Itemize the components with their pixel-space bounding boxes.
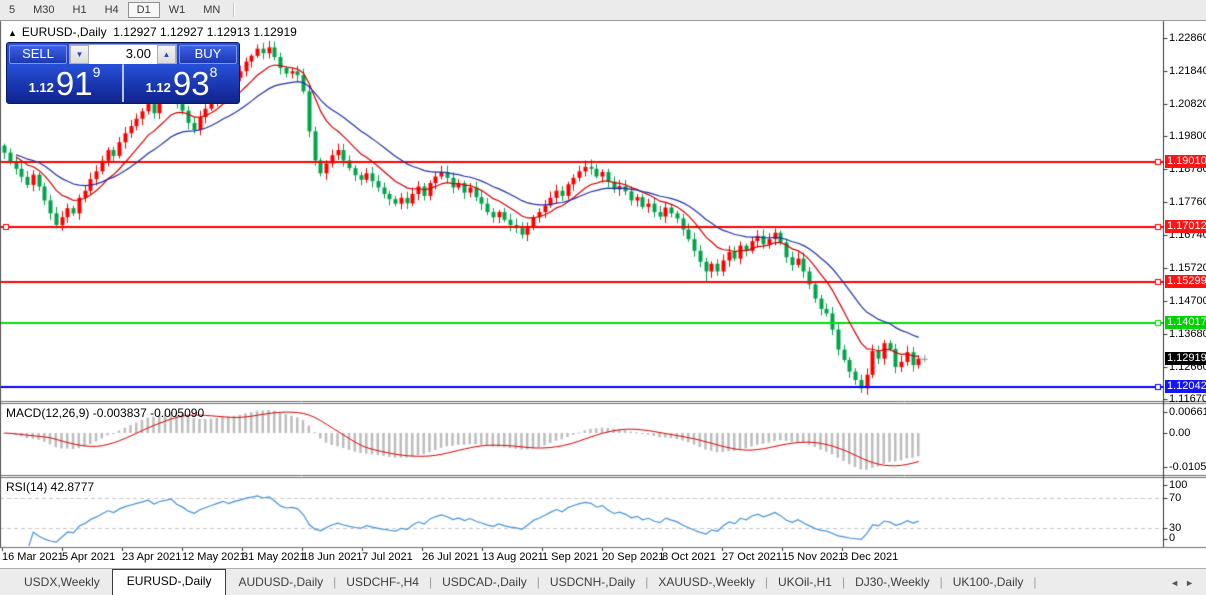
date-axis-label: 13 Aug 2021 — [482, 551, 544, 563]
date-axis-label: 5 Apr 2021 — [62, 551, 116, 563]
date-axis-label: 7 Jul 2021 — [362, 551, 413, 563]
timeframe-toolbar: 5 M30 H1 H4 D1 W1 MN — [0, 0, 1206, 21]
sell-price-prefix: 1.12 — [28, 80, 54, 95]
toolbar-separator — [233, 3, 236, 17]
rsi-indicator-label: RSI(14) 42.8777 — [6, 480, 95, 494]
rsi-axis-tick: 0 — [1169, 532, 1176, 544]
sell-price-display[interactable]: 1.12 91 9 — [7, 64, 122, 102]
mt4-window: 5 M30 H1 H4 D1 W1 MN ▲ EURUSD-,Daily 1.12927 1.… — [0, 0, 1206, 595]
panel-divider — [122, 65, 124, 102]
timeframe-button-5[interactable]: 5 — [0, 2, 24, 18]
tab-dj30-weekly[interactable]: DJ30-,Weekly — [845, 571, 939, 595]
macd-indicator-label: MACD(12,26,9) -0.003837 -0.005090 — [6, 406, 205, 420]
buy-price-display[interactable]: 1.12 93 8 — [124, 64, 239, 102]
buy-price-sup: 8 — [209, 64, 218, 80]
macd-axis-tick: -0.010599 — [1169, 461, 1206, 473]
date-axis-label: 15 Nov 2021 — [782, 551, 845, 563]
price-axis-tick: 1.17760 — [1169, 196, 1206, 208]
tab-usdcnh-daily[interactable]: USDCNH-,Daily — [540, 571, 645, 595]
hline-price-badge: 1.17012 — [1165, 220, 1206, 233]
date-axis-label: 18 Jun 2021 — [302, 551, 363, 563]
tab-usdcad-daily[interactable]: USDCAD-,Daily — [432, 571, 537, 595]
price-axis-tick: 1.14700 — [1169, 295, 1206, 307]
symbol-label: EURUSD-,Daily — [21, 25, 107, 39]
tab-usdx-weekly[interactable]: USDX,Weekly — [14, 571, 110, 595]
hline-price-badge: 1.19010 — [1165, 155, 1206, 168]
chart-tabs-bar: ◄► USDX,Weekly EURUSD-,Daily AUDUSD-,Daily… — [0, 568, 1206, 595]
timeframe-button-mn[interactable]: MN — [194, 2, 229, 18]
tab-eurusd-daily[interactable]: EURUSD-,Daily — [111, 569, 227, 595]
timeframe-button-h1[interactable]: H1 — [64, 2, 96, 18]
price-axis-tick: 1.22860 — [1169, 32, 1206, 44]
timeframe-button-m30[interactable]: M30 — [24, 2, 63, 18]
buy-price-prefix: 1.12 — [145, 80, 171, 95]
timeframe-button-w1[interactable]: W1 — [160, 2, 195, 18]
date-axis-label: 1 Sep 2021 — [542, 551, 599, 563]
hline-price-badge: 1.14017 — [1165, 316, 1206, 329]
date-axis-label: 8 Oct 2021 — [662, 551, 716, 563]
rsi-axis-tick: 70 — [1169, 492, 1182, 504]
buy-button[interactable]: BUY — [179, 45, 237, 64]
macd-axis-tick: 0.00 — [1169, 427, 1191, 439]
volume-increase-button[interactable]: ▲ — [157, 45, 176, 64]
one-click-trading-panel: SELL ▼ 3.00 ▲ BUY 1.12 91 9 1.12 93 8 — [6, 42, 240, 104]
timeframe-button-d1[interactable]: D1 — [127, 2, 160, 18]
price-axis-tick: 1.20820 — [1169, 98, 1206, 110]
date-axis-label: 20 Sep 2021 — [602, 551, 665, 563]
price-axis-tick: 1.15720 — [1169, 262, 1206, 274]
current-price-badge: 1.12919 — [1165, 352, 1206, 365]
price-axis-tick: 1.13680 — [1169, 328, 1206, 340]
date-axis-label: 31 May 2021 — [242, 551, 306, 563]
date-axis-label: 27 Oct 2021 — [722, 551, 782, 563]
sell-button[interactable]: SELL — [9, 45, 67, 64]
date-axis-label: 26 Jul 2021 — [422, 551, 479, 563]
hline-price-badge: 1.12042 — [1165, 380, 1206, 393]
tab-audusd-daily[interactable]: AUDUSD-,Daily — [228, 571, 333, 595]
date-axis-label: 12 May 2021 — [182, 551, 246, 563]
volume-decrease-button[interactable]: ▼ — [70, 45, 89, 64]
volume-spinner: ▼ 3.00 ▲ — [69, 44, 177, 65]
price-axis-tick: 1.19800 — [1169, 130, 1206, 142]
hline-price-badge: 1.15299 — [1165, 275, 1206, 288]
sell-price-big: 91 — [55, 65, 93, 102]
date-axis-label: 23 Apr 2021 — [122, 551, 182, 563]
buy-price-big: 93 — [172, 65, 210, 102]
rsi-axis-tick: 100 — [1169, 479, 1188, 491]
chart-title: ▲ EURUSD-,Daily 1.12927 1.12927 1.12913 1… — [8, 25, 297, 39]
tab-scroll-arrows: ◄► — [1170, 578, 1200, 588]
date-axis-label: 16 Mar 2021 — [2, 551, 64, 563]
tab-uk100-daily[interactable]: UK100-,Daily — [943, 571, 1034, 595]
tab-ukoil-h1[interactable]: UKOil-,H1 — [768, 571, 842, 595]
tab-separator: | — [1033, 575, 1037, 589]
collapse-panel-icon[interactable]: ▲ — [8, 28, 17, 38]
ohlc-values: 1.12927 1.12927 1.12913 1.12919 — [113, 25, 297, 39]
tab-usdchf-h4[interactable]: USDCHF-,H4 — [336, 571, 429, 595]
tab-scroll-right-button[interactable]: ► — [1185, 578, 1200, 588]
tab-xauusd-weekly[interactable]: XAUUSD-,Weekly — [648, 571, 764, 595]
sell-price-sup: 9 — [92, 64, 101, 80]
date-axis-label: 3 Dec 2021 — [842, 551, 899, 563]
price-axis-tick: 1.11670 — [1169, 393, 1206, 405]
price-axis-tick: 1.21840 — [1169, 65, 1206, 77]
timeframe-button-h4[interactable]: H4 — [96, 2, 128, 18]
tab-scroll-left-button[interactable]: ◄ — [1170, 578, 1185, 588]
macd-axis-tick: 0.006611 — [1169, 406, 1206, 418]
